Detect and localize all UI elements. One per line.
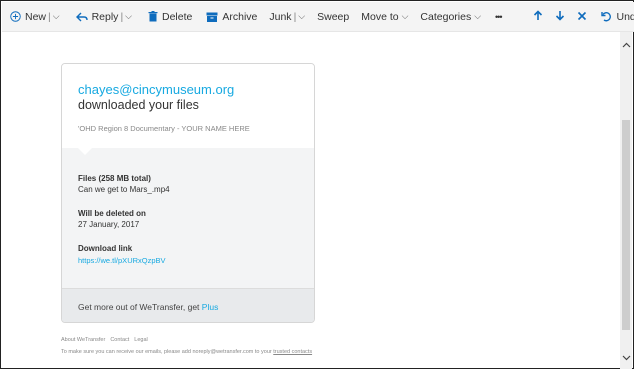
sender-email[interactable]: chayes@cincymuseum.org: [78, 82, 234, 97]
footer-link-contact[interactable]: Contact: [110, 337, 129, 343]
more-icon: •••: [495, 11, 503, 22]
sweep-label: Sweep: [317, 10, 350, 23]
trusted-contacts-link[interactable]: trusted contacts: [273, 349, 312, 355]
separator: |: [48, 10, 51, 23]
scrollbar-thumb[interactable]: [622, 120, 630, 330]
separator: |: [293, 10, 297, 23]
arrow-down-icon: [555, 9, 565, 24]
junk-label: Junk: [269, 10, 292, 23]
chevron-down-icon: ⌵: [474, 11, 482, 21]
previous-message-button[interactable]: [533, 2, 543, 31]
card-promo: Get more out of WeTransfer, get Plus: [62, 288, 314, 322]
move-to-button[interactable]: Move to ⌵: [361, 2, 408, 31]
archive-label: Archive: [222, 10, 258, 23]
separator: |: [120, 10, 124, 23]
chevron-down-icon[interactable]: ⌵: [298, 11, 305, 22]
chevron-down-icon: ⌵: [401, 11, 409, 21]
move-to-label: Move to: [361, 10, 399, 23]
footer-note-text: To make sure you can receive our emails,…: [61, 349, 274, 355]
new-button[interactable]: New | ⌵: [10, 2, 60, 31]
email-window: New | ⌵ Reply | ⌵ Delete Archive Junk | …: [0, 0, 634, 369]
deletion-date: 27 January, 2017: [78, 220, 140, 229]
speech-notch: [78, 148, 92, 155]
footer-links: About WeTransfer Contact Legal: [61, 337, 148, 343]
plus-link[interactable]: Plus: [202, 302, 219, 312]
files-label: Files (258 MB total): [78, 174, 151, 183]
trash-icon: [148, 11, 158, 22]
sweep-button[interactable]: Sweep: [317, 2, 349, 31]
download-link[interactable]: https://we.tl/pXURxQzpBV: [78, 256, 166, 265]
reply-label: Reply: [91, 10, 119, 23]
categories-label: Categories: [420, 10, 472, 23]
footer-link-about[interactable]: About WeTransfer: [61, 337, 105, 343]
undo-button[interactable]: Undo: [601, 2, 634, 31]
new-label: New: [25, 10, 47, 23]
reply-icon: [75, 12, 88, 22]
scroll-up-icon[interactable]: [620, 40, 632, 50]
next-message-button[interactable]: [555, 2, 565, 31]
reply-button[interactable]: Reply | ⌵: [75, 2, 132, 31]
deletion-label: Will be deleted on: [78, 209, 146, 218]
card-header: chayes@cincymuseum.org downloaded your f…: [62, 64, 314, 148]
chevron-down-icon[interactable]: ⌵: [125, 11, 132, 22]
promo-label: Get more out of WeTransfer, get: [78, 302, 202, 312]
command-toolbar: New | ⌵ Reply | ⌵ Delete Archive Junk | …: [2, 2, 634, 32]
file-name: Can we get to Mars_.mp4: [78, 185, 170, 194]
delete-label: Delete: [162, 10, 193, 23]
footer-note: To make sure you can receive our emails,…: [61, 349, 312, 355]
undo-label: Undo: [616, 10, 634, 23]
archive-button[interactable]: Archive: [206, 2, 257, 31]
wetransfer-notification-card: chayes@cincymuseum.org downloaded your f…: [61, 63, 315, 323]
footer-link-legal[interactable]: Legal: [134, 337, 147, 343]
promo-text: Get more out of WeTransfer, get Plus: [78, 302, 218, 312]
more-actions-button[interactable]: •••: [495, 2, 503, 31]
download-link-label: Download link: [78, 244, 133, 253]
plus-circle-icon: [10, 11, 21, 22]
undo-icon: [601, 11, 612, 22]
delete-button[interactable]: Delete: [148, 2, 192, 31]
close-message-button[interactable]: [577, 2, 587, 31]
chevron-down-icon[interactable]: ⌵: [53, 11, 60, 22]
categories-button[interactable]: Categories ⌵: [420, 2, 481, 31]
junk-button[interactable]: Junk | ⌵: [269, 2, 305, 31]
card-details: Files (258 MB total) Can we get to Mars_…: [62, 148, 314, 288]
transfer-subject: 'OHD Region 8 Documentary - YOUR NAME HE…: [78, 124, 250, 133]
arrow-up-icon: [533, 9, 543, 24]
vertical-scrollbar[interactable]: [620, 32, 632, 369]
close-icon: [577, 9, 587, 24]
scroll-down-icon[interactable]: [620, 353, 632, 363]
archive-icon: [206, 12, 218, 22]
headline: downloaded your files: [78, 98, 199, 112]
